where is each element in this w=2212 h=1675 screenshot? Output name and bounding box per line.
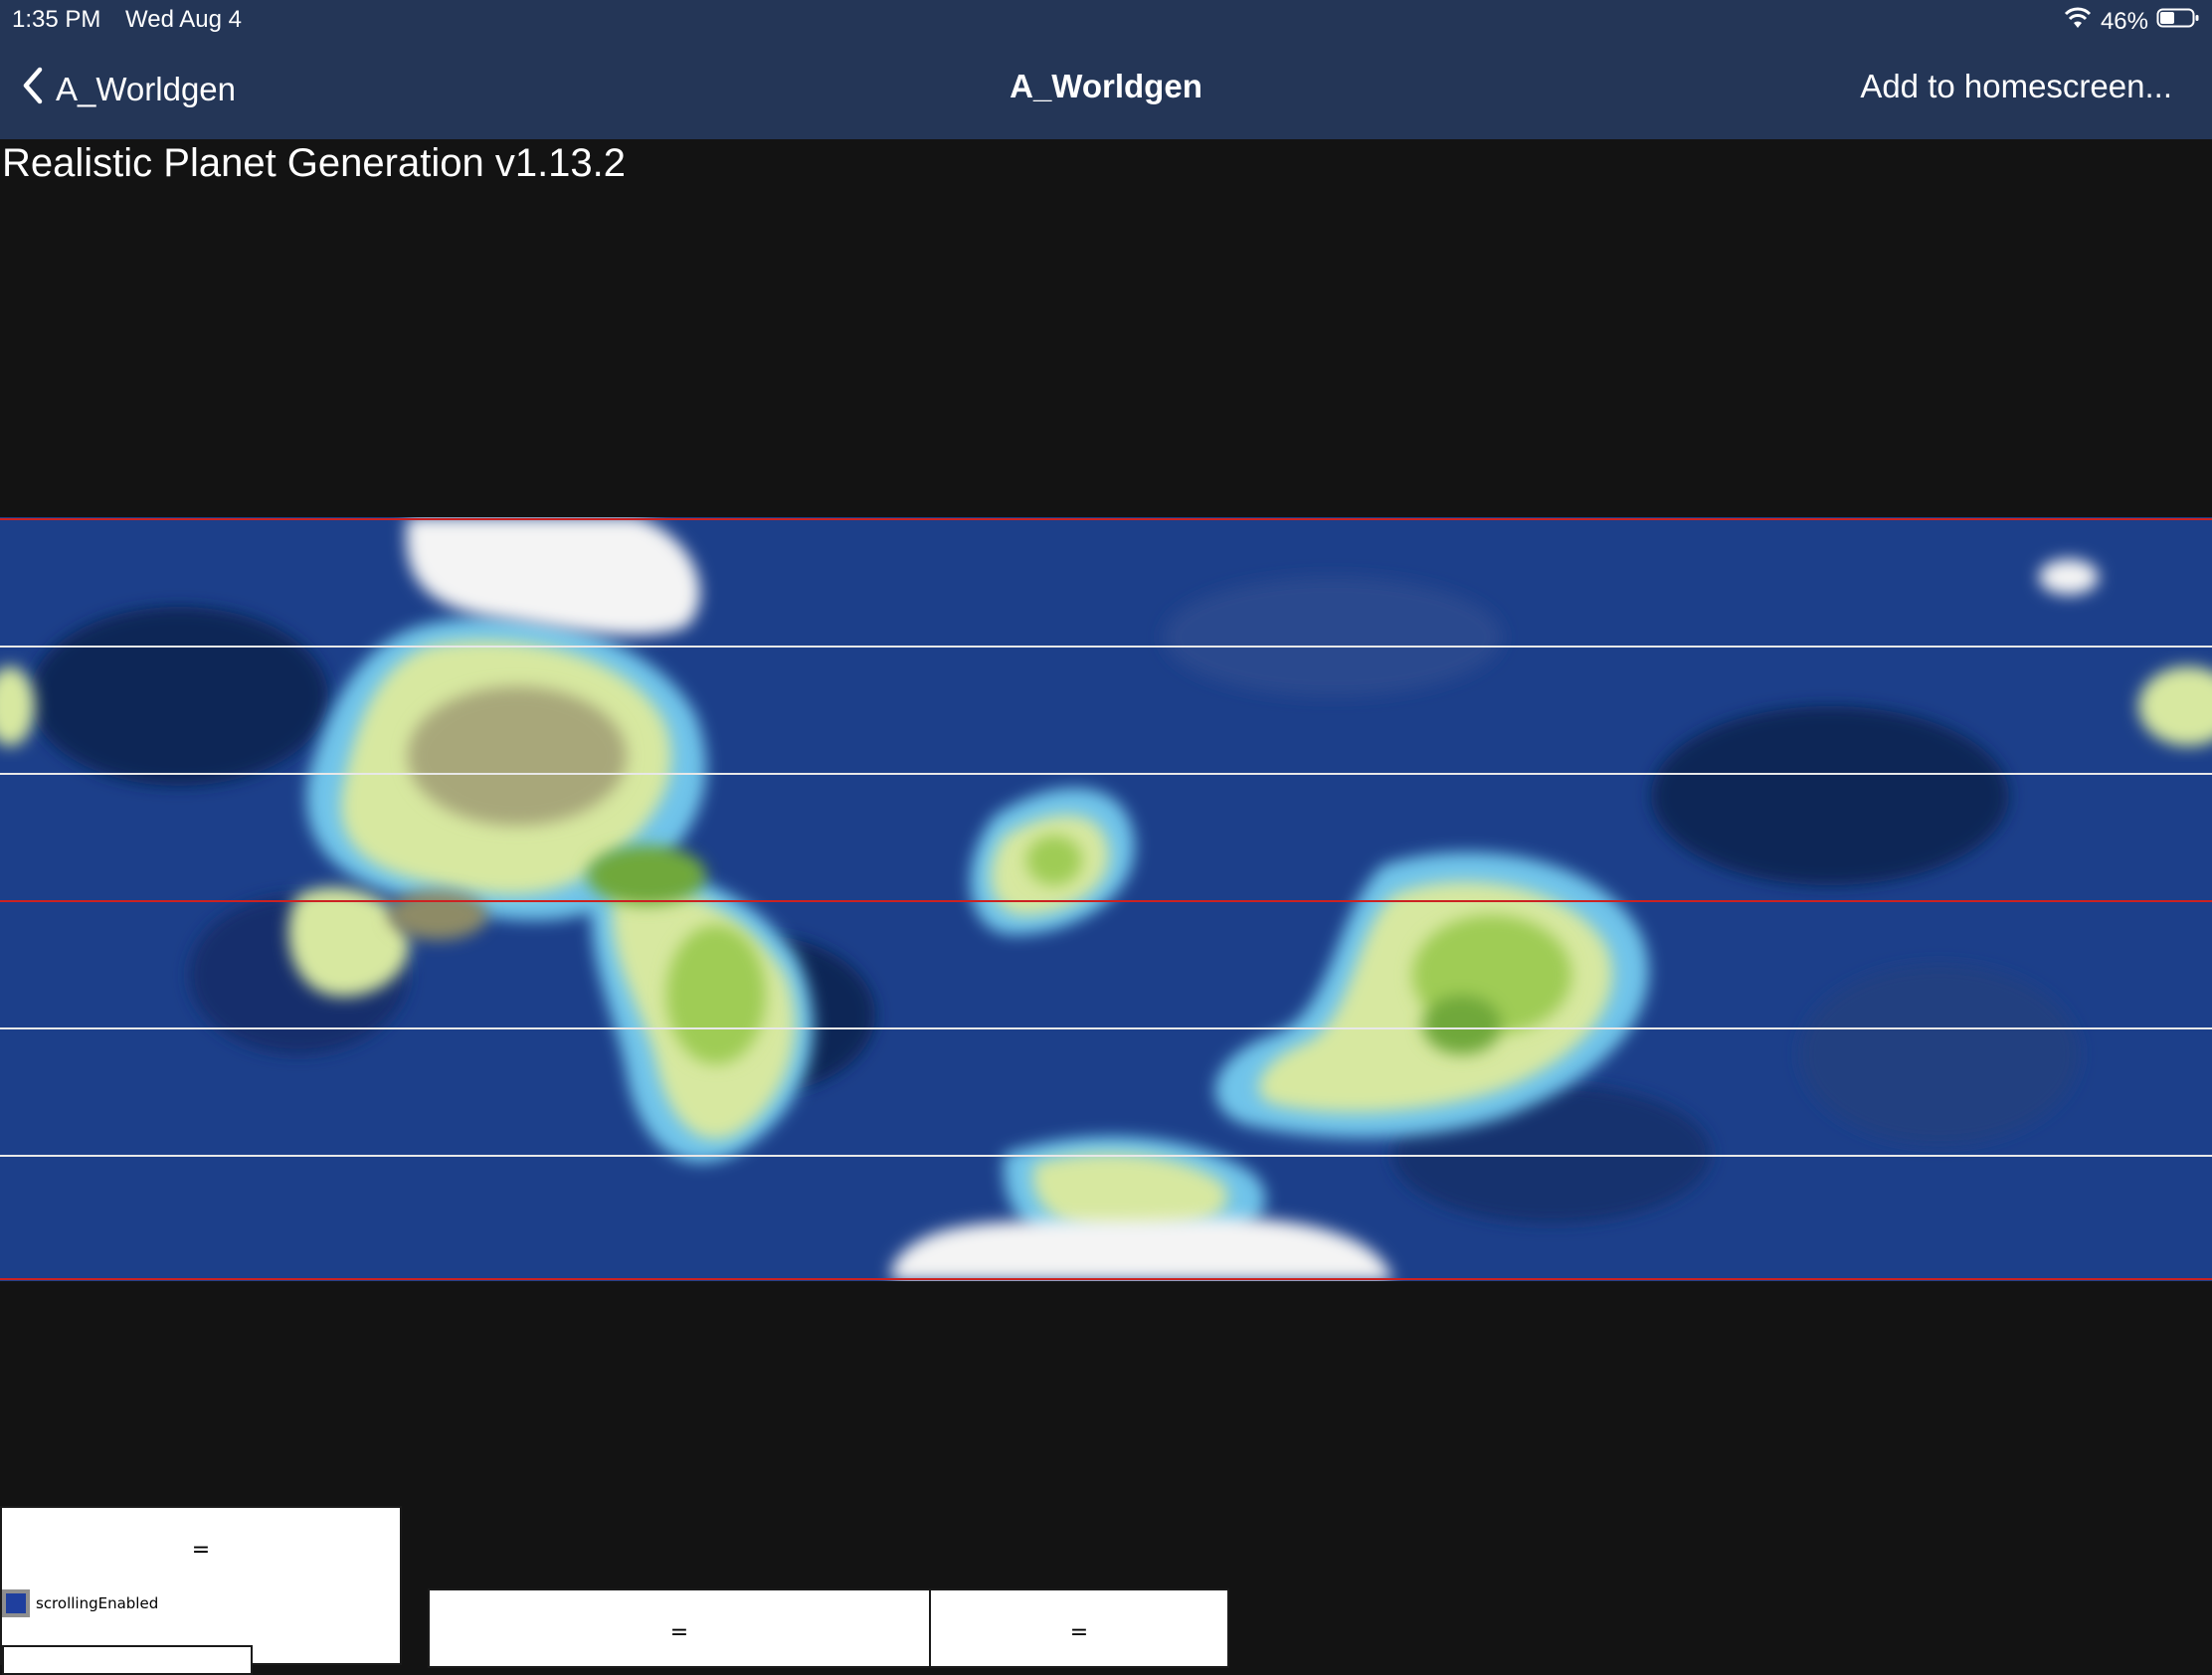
planet-map-image [0, 517, 2212, 1281]
scrolling-enabled-toggle[interactable]: scrollingEnabled [2, 1589, 158, 1617]
checkbox-fill [6, 1593, 26, 1613]
input-field[interactable] [2, 1645, 253, 1675]
status-bar: 1:35 PM Wed Aug 4 46% [0, 0, 2212, 40]
middle-panel-symbol: = [669, 1620, 689, 1645]
battery-percent: 46% [2100, 7, 2148, 35]
right-panel-symbol: = [1069, 1620, 1089, 1645]
status-right: 46% [2063, 6, 2200, 37]
right-control-panel[interactable]: = [929, 1588, 1229, 1668]
status-time: 1:35 PM [12, 6, 101, 33]
left-control-panel: = scrollingEnabled [0, 1506, 402, 1675]
back-button[interactable]: A_Worldgen [20, 66, 237, 113]
navigation-bar: A_Worldgen A_Worldgen Add to homescreen.… [0, 40, 2212, 139]
wifi-icon [2063, 6, 2093, 37]
add-to-homescreen-button[interactable]: Add to homescreen... [1860, 68, 2172, 105]
planet-map[interactable] [0, 517, 2212, 1281]
status-date: Wed Aug 4 [125, 6, 242, 33]
back-button-label: A_Worldgen [56, 71, 237, 107]
page-title: Realistic Planet Generation v1.13.2 [2, 141, 627, 185]
middle-control-panel[interactable]: = [428, 1588, 931, 1668]
scrolling-enabled-checkbox[interactable] [2, 1589, 30, 1617]
chevron-left-icon [20, 66, 46, 113]
left-panel-symbol: = [191, 1538, 211, 1563]
scrolling-enabled-label: scrollingEnabled [36, 1594, 159, 1612]
battery-icon [2156, 6, 2200, 37]
